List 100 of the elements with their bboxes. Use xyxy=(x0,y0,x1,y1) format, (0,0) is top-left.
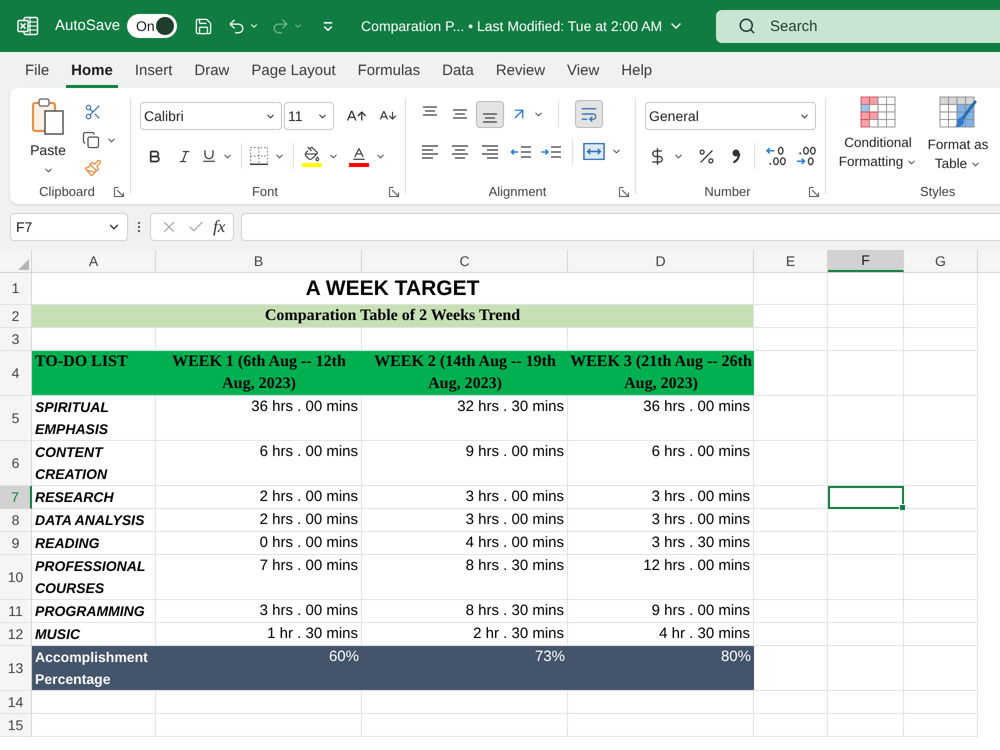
group-label: Number xyxy=(704,183,751,202)
merge-center-button[interactable] xyxy=(583,143,622,160)
row-header[interactable]: 5 xyxy=(0,396,32,441)
wrap-text-button[interactable] xyxy=(575,100,603,128)
ribbon-tab[interactable]: Page Layout xyxy=(246,60,341,88)
highlighted-grid-icon xyxy=(860,96,896,128)
row-header[interactable]: 8 xyxy=(0,509,32,532)
row-header[interactable]: 10 xyxy=(0,555,32,600)
column-header[interactable]: A xyxy=(32,250,156,272)
paintbrush-icon xyxy=(84,159,102,177)
copy-button[interactable] xyxy=(82,131,117,149)
ribbon-tab[interactable]: File xyxy=(20,60,54,88)
row-header[interactable]: 1 xyxy=(0,273,32,305)
insert-function-button[interactable]: fx xyxy=(213,217,226,237)
column-header[interactable]: D xyxy=(568,250,754,272)
font-name-dropdown[interactable]: Calibri xyxy=(140,102,282,130)
increase-indent-icon xyxy=(540,146,562,158)
align-right-icon xyxy=(481,144,499,158)
format-as-table-button[interactable]: Format as Table xyxy=(918,96,998,180)
corner-arrow-icon[interactable] xyxy=(809,187,819,197)
ribbon-tab[interactable]: Formulas xyxy=(352,60,426,88)
table-subtitle: Comparation Table of 2 Weeks Trend xyxy=(32,305,754,328)
row-header[interactable]: 6 xyxy=(0,441,32,486)
dashed-grid-icon xyxy=(250,147,268,165)
name-box[interactable]: F7 xyxy=(10,213,128,241)
conditional-formatting-button[interactable]: Conditional Formatting xyxy=(838,96,918,180)
summary-cell: 60% xyxy=(156,646,362,691)
ribbon-tab[interactable]: View xyxy=(562,60,604,88)
undo-button[interactable] xyxy=(227,16,260,36)
row-header[interactable]: 4 xyxy=(0,351,32,396)
column-header[interactable]: F xyxy=(828,250,904,272)
row-header[interactable]: 9 xyxy=(0,532,32,555)
fill-color-button[interactable] xyxy=(302,146,339,166)
table-header-cell: WEEK 1 (6th Aug -- 12th Aug, 2023) xyxy=(156,351,362,396)
italic-icon xyxy=(176,148,192,164)
row-header[interactable]: 14 xyxy=(0,691,32,714)
paste-button[interactable]: Paste xyxy=(26,96,70,180)
ribbon-tab[interactable]: Data xyxy=(437,60,479,88)
table-cell: 0 hrs . 00 mins xyxy=(156,532,362,555)
table-cell: 9 hrs . 00 mins xyxy=(362,441,568,486)
font-color-button[interactable] xyxy=(349,146,386,166)
scissors-icon xyxy=(84,103,102,121)
underline-button[interactable] xyxy=(201,148,233,164)
summary-cell: 80% xyxy=(568,646,754,691)
switch-knob-icon xyxy=(156,17,174,35)
group-label: Clipboard xyxy=(39,183,95,202)
formula-input[interactable] xyxy=(241,213,1000,241)
table-cell: 3 hrs . 00 mins xyxy=(568,509,754,532)
row-header[interactable]: 11 xyxy=(0,600,32,623)
search-field[interactable]: Search xyxy=(716,10,1000,42)
row-header[interactable]: 12 xyxy=(0,623,32,646)
column-header[interactable]: G xyxy=(904,250,978,272)
align-middle-icon xyxy=(452,109,468,119)
align-center-icon xyxy=(451,144,469,158)
comma-icon xyxy=(731,148,741,164)
column-header[interactable]: B xyxy=(156,250,362,272)
table-cell: SPIRITUAL EMPHASIS xyxy=(32,396,156,441)
table-cell: 3 hrs . 30 mins xyxy=(568,532,754,555)
row-header[interactable]: 3 xyxy=(0,328,32,351)
ribbon-tab[interactable]: Insert xyxy=(130,60,178,88)
paint-bucket-icon xyxy=(302,146,322,166)
format-painter-button[interactable] xyxy=(82,158,104,178)
autosave-label: AutoSave xyxy=(55,16,120,36)
app-logo-icon xyxy=(17,16,39,36)
column-header[interactable]: C xyxy=(362,250,568,272)
redo-icon xyxy=(271,16,290,36)
borders-button[interactable] xyxy=(250,147,285,165)
underline-icon xyxy=(201,148,217,164)
font-size-dropdown[interactable]: 11 xyxy=(284,102,334,130)
selected-cell[interactable] xyxy=(828,486,904,509)
customize-button[interactable] xyxy=(323,22,334,30)
decrease-indent-icon xyxy=(510,146,532,158)
square-handle-icon[interactable] xyxy=(899,504,906,511)
corner-arrow-icon[interactable] xyxy=(619,187,629,197)
ribbon-tab[interactable]: Review xyxy=(490,60,550,88)
ribbon-tab[interactable]: Help xyxy=(616,60,658,88)
corner-arrow-icon[interactable] xyxy=(114,187,124,197)
table-cell: READING xyxy=(32,532,156,555)
vertical-align-button[interactable] xyxy=(476,100,504,128)
save-icon xyxy=(194,16,213,36)
bar-chevron-icon xyxy=(323,22,334,30)
corner-arrow-icon[interactable] xyxy=(389,187,399,197)
ribbon-tab[interactable]: Draw xyxy=(189,60,234,88)
row-header[interactable]: 15 xyxy=(0,714,32,737)
autosave-toggle[interactable]: On xyxy=(127,14,178,38)
clipboard-icon xyxy=(30,96,66,136)
table-cell: 3 hrs . 00 mins xyxy=(362,509,568,532)
table-cell: 3 hrs . 00 mins xyxy=(568,486,754,509)
row-header[interactable]: 2 xyxy=(0,305,32,328)
copy-icon xyxy=(82,131,100,149)
align-bottom-icon xyxy=(482,112,498,122)
increase-decimal-icon xyxy=(766,146,786,166)
decrease-decimal-icon xyxy=(796,146,816,166)
table-brush-icon xyxy=(939,96,977,130)
table-cell: 8 hrs . 30 mins xyxy=(362,600,568,623)
number-format-dropdown[interactable]: General xyxy=(645,102,816,130)
summary-cell: Accomplishment Percentage xyxy=(32,646,156,691)
table-cell: 2 hrs . 00 mins xyxy=(156,486,362,509)
row-header[interactable]: 13 xyxy=(0,646,32,691)
table-header-cell: WEEK 3 (21th Aug -- 26th Aug, 2023) xyxy=(568,351,754,396)
